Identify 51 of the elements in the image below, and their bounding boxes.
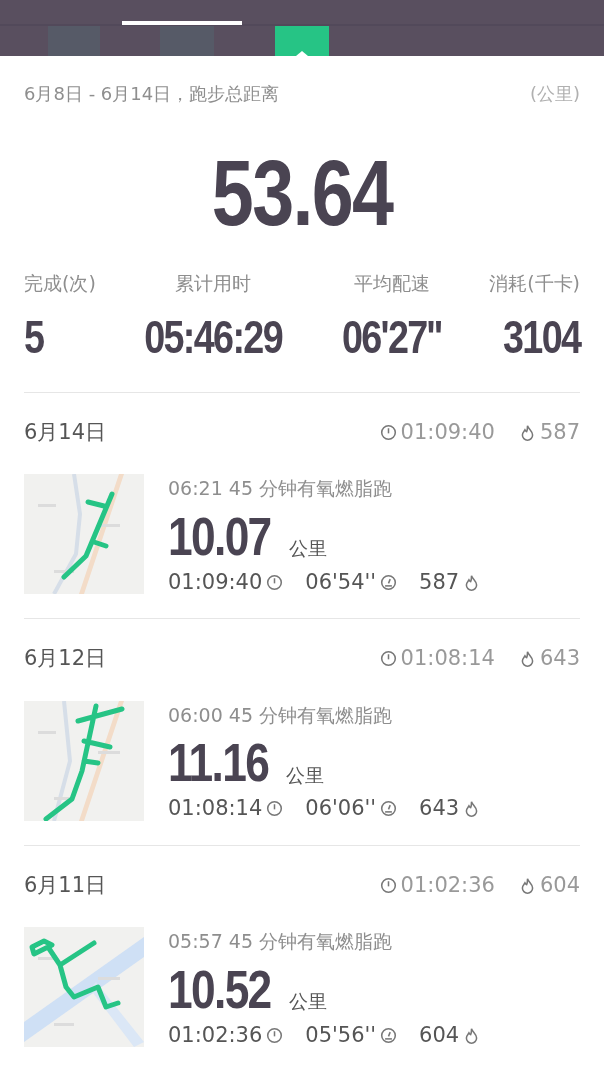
run-pace: 05'56'' — [305, 1021, 377, 1049]
distance-unit: 公里 — [286, 762, 325, 788]
stat-value: 3104 — [502, 313, 580, 360]
run-title: 05:57 45 分钟有氧燃脂跑 — [168, 929, 393, 954]
total-distance: 53.64 — [211, 147, 393, 239]
stat-label: 消耗(千卡) — [488, 271, 580, 296]
clock-icon — [266, 1026, 284, 1044]
run-distance: 10.52 — [168, 961, 271, 1016]
distance-unit: 公里 — [289, 989, 328, 1014]
clock-icon — [379, 876, 397, 894]
run-date: 6月11日 — [24, 871, 107, 899]
run-title: 06:00 45 分钟有氧燃脂跑 — [168, 702, 393, 728]
clock-icon — [379, 650, 397, 668]
run-calories: 604 — [419, 1021, 460, 1049]
stat-value: 5 — [24, 313, 45, 360]
stat-value: 06'27'' — [341, 313, 442, 360]
run-duration: 01:08:14 — [400, 645, 495, 672]
chart-bar — [160, 26, 214, 56]
run-calories: 643 — [539, 645, 580, 672]
speedometer-icon — [380, 1026, 398, 1044]
chart-bar[interactable] — [275, 26, 329, 56]
run-pace: 06'06'' — [305, 795, 377, 822]
stat-value: 05:46:29 — [144, 313, 283, 360]
chart-bar — [48, 26, 100, 56]
run-date: 6月12日 — [24, 645, 107, 672]
run-calories: 587 — [419, 568, 460, 596]
run-calories: 587 — [539, 418, 580, 446]
run-duration: 01:09:40 — [168, 568, 263, 596]
clock-icon — [266, 800, 284, 818]
run-date: 6月14日 — [24, 418, 107, 446]
run-calories: 643 — [419, 795, 460, 822]
summary-title: 6月8日 - 6月14日，跑步总距离 — [24, 82, 280, 106]
run-title: 06:21 45 分钟有氧燃脂跑 — [168, 476, 393, 501]
stat-label: 平均配速 — [352, 271, 431, 296]
stat-label: 累计用时 — [174, 271, 253, 296]
run-pace: 06'54'' — [305, 568, 377, 596]
pointer-icon — [296, 51, 308, 56]
run-duration: 01:09:40 — [400, 418, 495, 446]
speedometer-icon — [380, 800, 398, 818]
run-distance: 10.07 — [168, 508, 271, 563]
run-duration: 01:02:36 — [400, 871, 495, 899]
run-duration: 01:02:36 — [168, 1021, 263, 1049]
run-calories: 604 — [539, 871, 580, 899]
clock-icon — [379, 423, 397, 441]
speedometer-icon — [380, 573, 398, 591]
distance-unit: 公里 — [289, 536, 328, 561]
run-duration: 01:08:14 — [168, 795, 263, 822]
run-distance: 11.16 — [168, 735, 269, 789]
clock-icon — [266, 573, 284, 591]
stat-label: 完成(次) — [24, 271, 96, 296]
unit-label: (公里) — [529, 82, 580, 106]
